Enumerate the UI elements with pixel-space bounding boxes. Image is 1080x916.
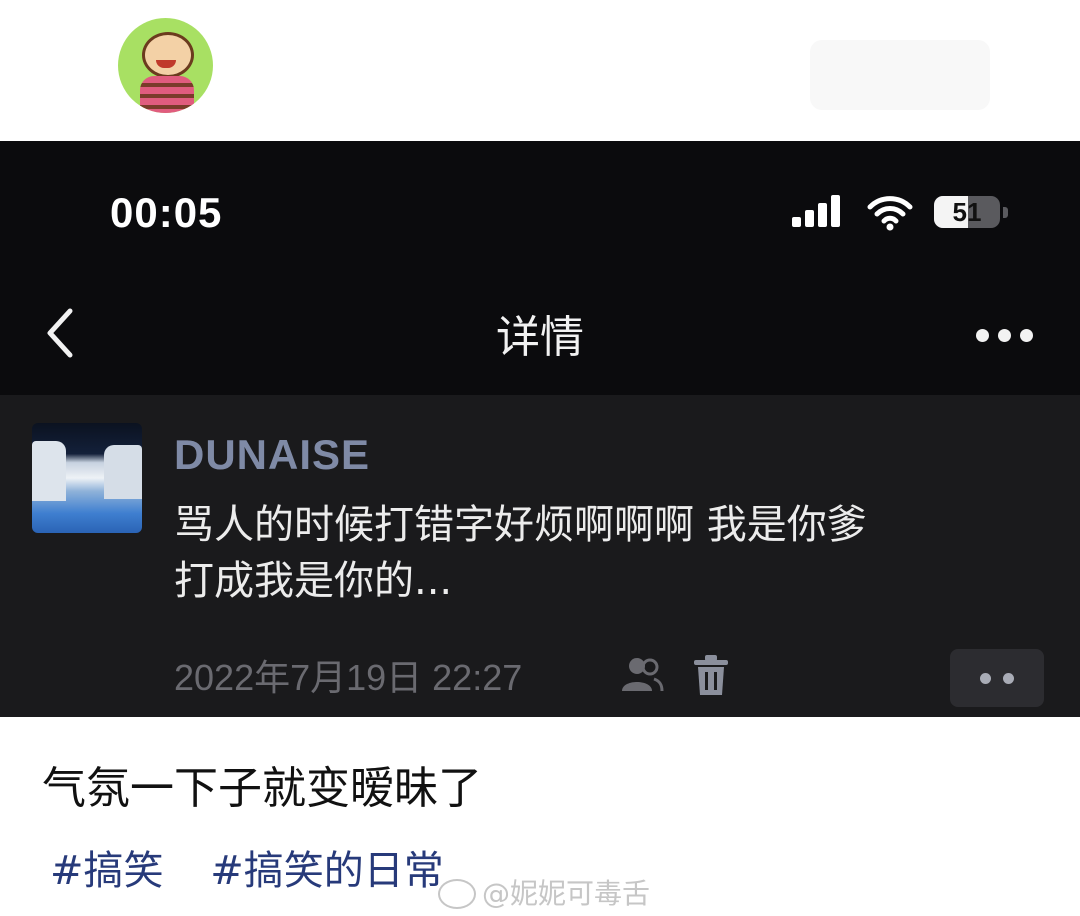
author-avatar[interactable] — [118, 18, 213, 113]
header-strip — [0, 0, 1080, 141]
post-content-line: 骂人的时候打错字好烦啊啊啊 我是你爹 — [174, 502, 867, 548]
battery-nub — [1003, 207, 1008, 218]
page-title: 详情 — [496, 312, 584, 363]
wifi-icon — [867, 196, 913, 231]
hashtag-link[interactable]: #搞笑 — [50, 848, 164, 894]
post-username[interactable]: DUNAISE — [174, 431, 370, 479]
more-options-icon[interactable] — [976, 329, 1036, 343]
delete-trash-icon[interactable] — [692, 655, 730, 697]
hashtag-list: #搞笑 #搞笑的日常 — [50, 838, 478, 896]
watermark: @妮妮可毒舌 — [438, 872, 650, 912]
hashtag-link[interactable]: #搞笑的日常 — [210, 848, 444, 894]
post-more-button[interactable] — [950, 649, 1044, 707]
post-author-avatar[interactable] — [32, 423, 142, 533]
avatar-face — [142, 32, 194, 78]
post-content: 骂人的时候打错字好烦啊啊啊 我是你爹 打成我是你的... — [174, 497, 1064, 609]
post-content-line: 打成我是你的... — [174, 558, 453, 604]
avatar-ice-right — [104, 445, 142, 499]
phone-screenshot: 00:05 51 详情 DUNAISE 骂人的时候打错字好烦啊啊啊 我是你爹 打… — [0, 141, 1080, 717]
post-card: DUNAISE 骂人的时候打错字好烦啊啊啊 我是你爹 打成我是你的... 202… — [0, 395, 1080, 717]
avatar-ice-left — [32, 441, 66, 501]
watermark-text: @妮妮可毒舌 — [482, 877, 651, 910]
weibo-logo-icon — [438, 879, 476, 909]
status-time: 00:05 — [110, 189, 223, 236]
faded-background-text — [810, 40, 990, 110]
friends-visibility-icon — [622, 658, 664, 692]
post-timestamp: 2022年7月19日 22:27 — [174, 657, 523, 698]
caption-text: 气氛一下子就变暧昧了 — [42, 763, 482, 814]
cellular-signal-icon — [792, 195, 840, 232]
avatar-body — [140, 76, 194, 113]
battery-indicator: 51 — [934, 196, 1000, 228]
battery-percent: 51 — [952, 197, 982, 227]
